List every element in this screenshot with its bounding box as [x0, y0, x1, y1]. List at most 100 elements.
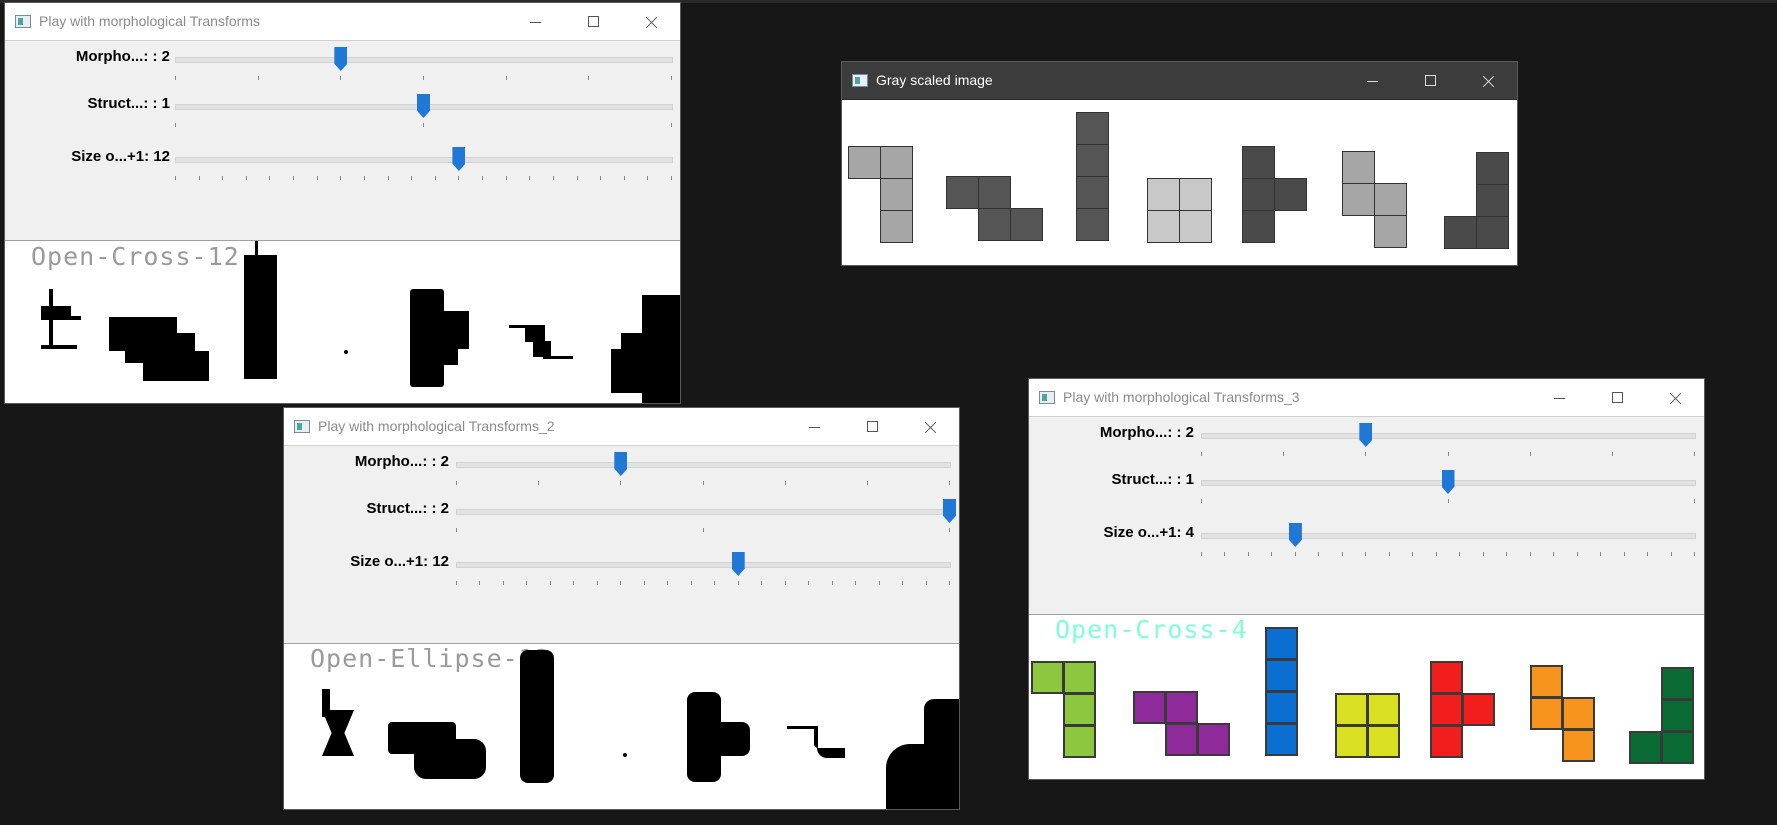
eroded-shape	[714, 722, 750, 756]
piece-cell	[978, 176, 1011, 209]
trackbar-tick	[1365, 552, 1367, 556]
trackbar-tick	[1365, 452, 1367, 456]
trackbar-morph-op: Morpho...: : 2	[284, 451, 959, 491]
piece-cell	[848, 146, 881, 179]
window-morph-transforms[interactable]: Play with morphological Transforms Morph…	[5, 3, 680, 403]
trackbar-tick	[702, 528, 704, 532]
trackbar-tick	[1647, 552, 1649, 556]
trackbar-tick	[1482, 552, 1484, 556]
piece-cell	[1076, 208, 1109, 241]
trackbar-panel: Morpho...: : 2 Struct...: : 1 Size o...+…	[5, 41, 680, 241]
maximize-button[interactable]	[564, 3, 622, 40]
piece-cell	[1335, 725, 1368, 758]
eroded-shape	[787, 726, 817, 729]
piece-cell	[1063, 693, 1096, 726]
trackbar-tick	[949, 528, 950, 532]
trackbar-track[interactable]	[175, 157, 673, 163]
window-morph-transforms-3[interactable]: Play with morphological Transforms_3 Mor…	[1029, 379, 1704, 779]
trackbar-tick	[316, 176, 318, 180]
trackbar-tick	[1694, 499, 1695, 503]
trackbar-tick	[596, 581, 598, 585]
trackbar-tick	[505, 76, 507, 80]
title-bar[interactable]: Play with morphological Transforms	[5, 3, 680, 41]
title-bar[interactable]: Play with morphological Transforms_2	[284, 408, 959, 446]
trackbar-track[interactable]	[456, 462, 951, 468]
trackbar-tick	[949, 581, 950, 585]
piece-cell	[1133, 691, 1166, 724]
piece-cell	[1530, 697, 1563, 730]
eroded-shape	[621, 333, 647, 355]
trackbar-tick	[1318, 552, 1320, 556]
trackbar-thumb[interactable]	[943, 499, 956, 523]
trackbar-tick	[620, 581, 622, 585]
trackbar-thumb[interactable]	[1288, 523, 1302, 547]
piece-cell	[1335, 693, 1368, 726]
trackbar-track[interactable]	[1201, 433, 1696, 439]
piece-cell	[1031, 661, 1064, 694]
trackbar-thumb[interactable]	[1441, 470, 1455, 494]
trackbar-panel: Morpho...: : 2 Struct...: : 2 Size o...+…	[284, 446, 959, 644]
eroded-shape	[509, 325, 545, 328]
trackbar-tick	[784, 481, 786, 485]
trackbar-label: Morpho...: : 2	[75, 48, 170, 65]
trackbar-tick	[620, 481, 622, 485]
trackbar-struct-elem: Struct...: : 1	[1029, 469, 1704, 509]
trackbar-tick	[423, 123, 424, 127]
minimize-button[interactable]	[506, 3, 564, 40]
trackbar-track[interactable]	[175, 57, 673, 63]
trackbar-tick	[1201, 552, 1202, 556]
close-button[interactable]	[901, 408, 959, 445]
close-button[interactable]	[622, 3, 680, 40]
trackbar-thumb[interactable]	[417, 94, 430, 118]
trackbar-tick	[647, 176, 649, 180]
trackbar-thumb[interactable]	[1359, 423, 1373, 447]
piece-cell	[1165, 723, 1198, 756]
trackbar-tick	[1694, 452, 1695, 456]
piece-cell	[1076, 144, 1109, 177]
trackbar-thumb[interactable]	[334, 47, 348, 71]
eroded-shape	[41, 345, 77, 349]
piece-cell	[1179, 210, 1212, 243]
close-button[interactable]	[1459, 62, 1517, 99]
trackbar-track[interactable]	[456, 509, 951, 515]
close-button[interactable]	[1646, 379, 1704, 416]
title-bar[interactable]: Play with morphological Transforms_3	[1029, 379, 1704, 417]
trackbar-thumb[interactable]	[452, 147, 466, 171]
trackbar-thumb[interactable]	[614, 452, 628, 476]
trackbar-morph-op: Morpho...: : 2	[1029, 422, 1704, 462]
eroded-shape	[143, 351, 209, 381]
minimize-button[interactable]	[1530, 379, 1588, 416]
trackbar-thumb[interactable]	[731, 552, 745, 576]
piece-cell	[1342, 183, 1375, 216]
trackbar-tick	[761, 581, 763, 585]
trackbar-tick	[175, 176, 176, 180]
trackbar-tick	[1529, 452, 1531, 456]
minimize-button[interactable]	[1343, 62, 1401, 99]
trackbar-track[interactable]	[1201, 533, 1696, 539]
piece-cell	[1165, 691, 1198, 724]
title-bar[interactable]: Gray scaled image	[842, 62, 1517, 100]
piece-cell	[1462, 693, 1495, 726]
maximize-button[interactable]	[843, 408, 901, 445]
window-gray-scaled[interactable]: Gray scaled image	[842, 62, 1517, 265]
trackbar-tick	[1529, 552, 1531, 556]
trackbar-tick	[576, 176, 578, 180]
trackbar-tick	[456, 581, 457, 585]
piece-cell	[1265, 691, 1298, 724]
piece-cell	[1374, 183, 1407, 216]
window-morph-transforms-2[interactable]: Play with morphological Transforms_2 Mor…	[284, 408, 959, 809]
piece-cell	[1265, 723, 1298, 756]
eroded-shape	[322, 710, 354, 756]
trackbar-tick	[667, 581, 669, 585]
maximize-button[interactable]	[1588, 379, 1646, 416]
trackbar-tick	[222, 176, 224, 180]
window-title: Play with morphological Transforms_2	[318, 418, 555, 434]
minimize-button[interactable]	[785, 408, 843, 445]
piece-cell	[880, 178, 913, 211]
maximize-button[interactable]	[1401, 62, 1459, 99]
trackbar-track[interactable]	[456, 562, 951, 568]
trackbar-tick	[423, 76, 424, 80]
trackbar-tick	[702, 481, 704, 485]
trackbar-tick	[434, 176, 436, 180]
piece-cell	[1063, 725, 1096, 758]
